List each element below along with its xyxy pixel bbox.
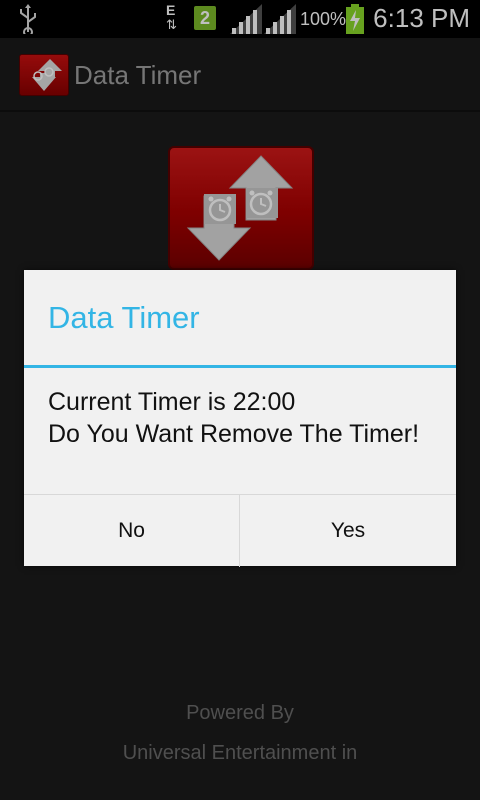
dialog-title: Data Timer	[48, 300, 200, 335]
dialog-message: Current Timer is 22:00 Do You Want Remov…	[48, 386, 438, 450]
dialog-divider	[24, 365, 456, 368]
dialog-button-bar: No Yes	[24, 494, 456, 567]
yes-button[interactable]: Yes	[240, 495, 456, 567]
remove-timer-dialog: Data Timer Current Timer is 22:00 Do You…	[24, 270, 456, 567]
dialog-message-line2: Do You Want Remove The Timer!	[48, 420, 420, 448]
no-button[interactable]: No	[24, 495, 240, 567]
dialog-message-line1: Current Timer is 22:00	[48, 388, 296, 416]
